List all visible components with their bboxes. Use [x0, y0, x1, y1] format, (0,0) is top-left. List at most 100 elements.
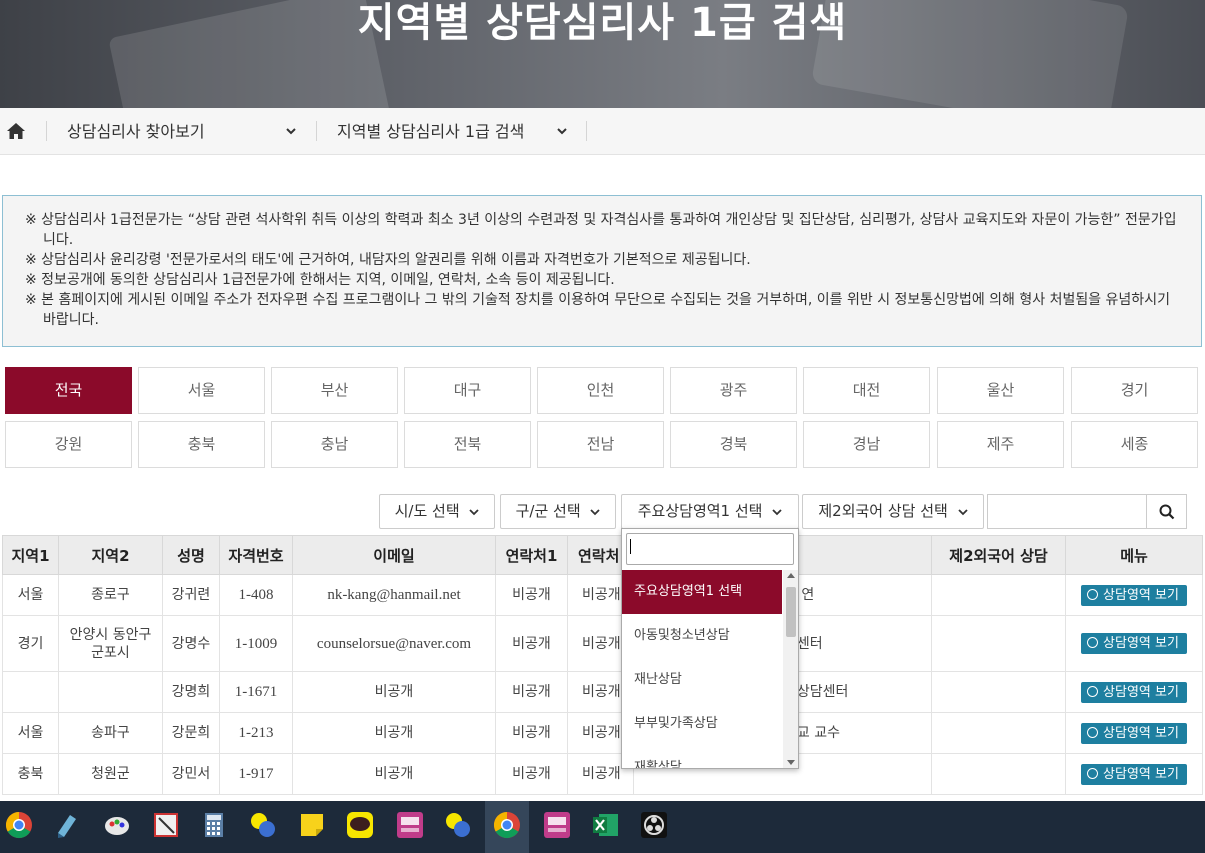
dropdown-option[interactable]: 아동및청소년상담: [622, 614, 782, 658]
dropdown-option[interactable]: 재활상담: [622, 746, 782, 768]
cell-region2: 종로구: [58, 574, 163, 616]
region-tab-gyeongbuk[interactable]: 경북: [670, 421, 797, 468]
chrome-icon[interactable]: [3, 809, 35, 841]
cell-email: 비공개: [292, 671, 496, 713]
view-areas-button[interactable]: 상담영역 보기: [1081, 722, 1187, 744]
table-row: 충북 청원군 강민서 1-917 비공개 비공개 비공개 상담영역 보기: [2, 753, 1203, 795]
gugun-select-label: 구/군 선택: [515, 502, 581, 520]
scrollbar-thumb[interactable]: [786, 587, 796, 637]
refresh-icon: [1087, 726, 1099, 738]
cell-lang2: [931, 615, 1066, 672]
region-tab-busan[interactable]: 부산: [271, 367, 398, 414]
dropdown-option[interactable]: 부부및가족상담: [622, 702, 782, 746]
col-header-name: 성명: [162, 535, 220, 575]
view-areas-button[interactable]: 상담영역 보기: [1081, 633, 1187, 654]
sticky-notes-icon[interactable]: [296, 809, 328, 841]
cell-email[interactable]: counselorsue@naver.com: [292, 615, 496, 672]
cell-name: 강명희: [162, 671, 220, 713]
dropdown-option[interactable]: 주요상담영역1 선택: [622, 570, 782, 614]
gugun-select[interactable]: 구/군 선택: [500, 494, 616, 529]
refresh-icon: [1087, 588, 1099, 600]
paint-icon[interactable]: [101, 809, 133, 841]
notepad-icon[interactable]: [50, 809, 82, 841]
view-areas-label: 상담영역 보기: [1103, 636, 1179, 651]
region-tab-incheon[interactable]: 인천: [537, 367, 664, 414]
notice-line: ※ 본 홈페이지에 게시된 이메일 주소가 전자우편 수집 프로그램이나 그 밖…: [25, 292, 1170, 328]
lang2-select[interactable]: 제2외국어 상담 선택: [802, 494, 984, 529]
search-input[interactable]: [987, 494, 1147, 529]
breadcrumb-menu-region-search[interactable]: 지역별 상담심리사 1급 검색: [337, 108, 577, 155]
breadcrumb-label: 지역별 상담심리사 1급 검색: [337, 122, 525, 141]
region-tab-sejong[interactable]: 세종: [1071, 421, 1198, 468]
chevron-down-icon: [286, 128, 296, 135]
home-icon[interactable]: [6, 121, 26, 141]
view-areas-label: 상담영역 보기: [1103, 766, 1179, 782]
dropdown-scrollbar[interactable]: [783, 570, 798, 768]
region-tab-all[interactable]: 전국: [5, 367, 132, 414]
region-tab-gwangju[interactable]: 광주: [670, 367, 797, 414]
cell-license: 1-917: [219, 753, 293, 795]
windows-taskbar: [0, 801, 1205, 853]
cell-email[interactable]: nk-kang@hanmail.net: [292, 574, 496, 616]
sabis-icon[interactable]: [541, 809, 573, 841]
cell-region2: 송파구: [58, 712, 163, 754]
region-tab-gyeonggi[interactable]: 경기: [1071, 367, 1198, 414]
search-icon: [1159, 504, 1175, 520]
region-tab-ulsan[interactable]: 울산: [937, 367, 1064, 414]
region-tab-gyeongnam[interactable]: 경남: [803, 421, 930, 468]
sido-select-label: 시/도 선택: [394, 502, 460, 520]
cell-email: 비공개: [292, 712, 496, 754]
region-tab-chungbuk[interactable]: 충북: [138, 421, 265, 468]
chrome-icon[interactable]: [491, 809, 523, 841]
notice-line: ※ 정보공개에 동의한 상담심리사 1급전문가에 한해서는 지역, 이메일, 연…: [25, 272, 615, 288]
breadcrumb-menu-find[interactable]: 상담심리사 찾아보기: [67, 108, 297, 155]
view-areas-button[interactable]: 상담영역 보기: [1081, 763, 1187, 785]
region-tab-daejeon[interactable]: 대전: [803, 367, 930, 414]
snipping-icon[interactable]: [150, 809, 182, 841]
hero-banner: 지역별 상담심리사 1급 검색: [0, 0, 1205, 108]
cell-license: 1-408: [219, 574, 293, 616]
area1-select-label: 주요상담영역1 선택: [637, 502, 763, 520]
table-row: 서울 송파구 강문희 1-213 비공개 비공개 비공개 학교 교수 상담영역 …: [2, 712, 1203, 754]
refresh-icon: [1087, 767, 1099, 779]
sido-select[interactable]: 시/도 선택: [379, 494, 495, 529]
dropdown-search-input[interactable]: [626, 533, 794, 565]
cell-region1: [2, 671, 59, 713]
region-tab-jeonnam[interactable]: 전남: [537, 421, 664, 468]
view-areas-button[interactable]: 상담영역 보기: [1081, 584, 1187, 606]
view-areas-button[interactable]: 상담영역 보기: [1081, 681, 1187, 703]
cell-name: 강문희: [162, 712, 220, 754]
cell-license: 1-1009: [219, 615, 293, 672]
kakaotalk-pc-icon[interactable]: [247, 809, 279, 841]
breadcrumb-divider: [316, 121, 317, 141]
sabis-icon[interactable]: [394, 809, 426, 841]
excel-icon[interactable]: [590, 809, 622, 841]
cell-region2: [58, 671, 163, 713]
region-tab-daegu[interactable]: 대구: [404, 367, 531, 414]
kakaotalk-pc-icon[interactable]: [442, 809, 474, 841]
search-button[interactable]: [1146, 494, 1187, 529]
cell-region2: 청원군: [58, 753, 163, 795]
view-areas-label: 상담영역 보기: [1103, 684, 1179, 700]
chevron-down-icon: [957, 508, 968, 515]
view-areas-label: 상담영역 보기: [1103, 725, 1179, 741]
scroll-down-icon[interactable]: [787, 760, 795, 765]
chevron-down-icon: [772, 508, 782, 515]
region-tab-gangwon[interactable]: 강원: [5, 421, 132, 468]
obs-icon[interactable]: [638, 809, 670, 841]
breadcrumb-divider: [586, 121, 587, 141]
cell-contact1: 비공개: [495, 712, 568, 754]
cell-region2: 안양시 동안구 군포시: [58, 615, 163, 672]
region-tab-seoul[interactable]: 서울: [138, 367, 265, 414]
cell-region1: 서울: [2, 712, 59, 754]
dropdown-option[interactable]: 재난상담: [622, 658, 782, 702]
scroll-up-icon[interactable]: [787, 573, 795, 578]
calculator-icon[interactable]: [198, 809, 230, 841]
region-tab-jeju[interactable]: 제주: [937, 421, 1064, 468]
region-tab-jeonbuk[interactable]: 전북: [404, 421, 531, 468]
kakaotalk-icon[interactable]: [344, 809, 376, 841]
cell-lang2: [931, 574, 1066, 616]
region-tab-chungnam[interactable]: 충남: [271, 421, 398, 468]
table-row: 강명희 1-1671 비공개 비공개 비공개 생상담센터 상담영역 보기: [2, 671, 1203, 713]
area1-select[interactable]: 주요상담영역1 선택: [621, 494, 799, 529]
